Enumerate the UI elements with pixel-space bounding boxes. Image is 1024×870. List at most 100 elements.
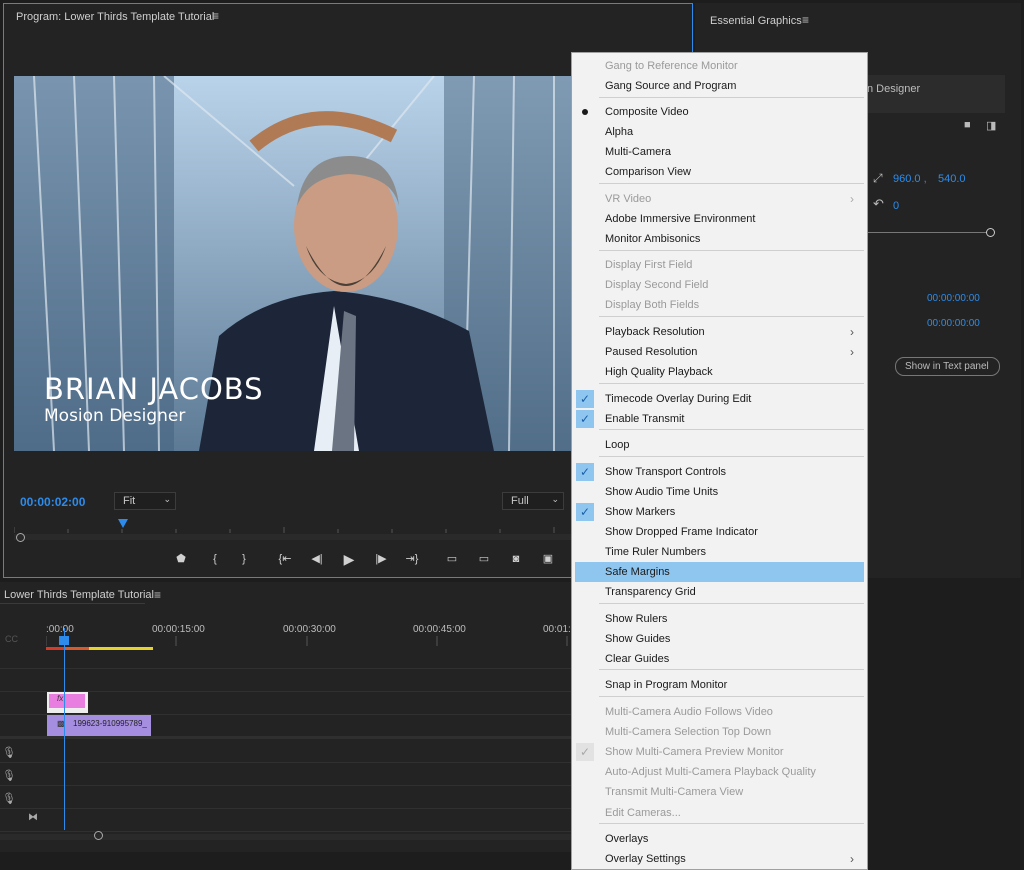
menu-item-paused-resolution[interactable]: Paused Resolution ›	[575, 342, 864, 362]
timeline-zoom-handle[interactable]	[94, 831, 103, 840]
checkmark-icon: ✓	[576, 390, 594, 408]
video-clip[interactable]: ▩ 199623-910995789_	[47, 715, 151, 736]
menu-item-label: Composite Video	[605, 106, 689, 118]
ruler-label: 00:00:45:00	[413, 624, 466, 635]
menu-item-safe-margins[interactable]: Safe Margins	[575, 562, 864, 582]
menu-item-label: Auto-Adjust Multi-Camera Playback Qualit…	[605, 766, 816, 778]
menu-item-playback-resolution[interactable]: Playback Resolution ›	[575, 322, 864, 342]
show-in-text-panel-button[interactable]: Show in Text panel	[895, 357, 1000, 376]
program-zoom-handle[interactable]	[16, 533, 25, 542]
extract-icon[interactable]: ▭	[476, 551, 492, 567]
timeline-menu-icon[interactable]: ≡	[154, 588, 161, 602]
menu-item-transparency-grid[interactable]: Transparency Grid	[575, 582, 864, 602]
menu-item-monitor-ambisonics[interactable]: Monitor Ambisonics	[575, 229, 864, 249]
menu-item-show-transport-controls[interactable]: ✓ Show Transport Controls	[575, 462, 864, 482]
menu-item-high-quality-playback[interactable]: High Quality Playback	[575, 362, 864, 382]
step-back-icon[interactable]: ◀|	[309, 551, 325, 567]
opacity-slider-handle[interactable]	[986, 228, 995, 237]
timeline-playhead[interactable]	[59, 636, 69, 645]
menu-item-label: Gang Source and Program	[605, 80, 737, 92]
program-scroll-bar[interactable]	[14, 534, 574, 540]
menu-item-alpha[interactable]: Alpha	[575, 122, 864, 142]
menu-item-label: Paused Resolution	[605, 346, 698, 358]
opacity-slider-track[interactable]	[867, 232, 987, 233]
microphone-icon[interactable]: 🎙	[2, 746, 16, 759]
menu-item-label: Multi-Camera Audio Follows Video	[605, 706, 773, 718]
menu-item-overlays[interactable]: Overlays	[575, 829, 864, 849]
menu-item-show-markers[interactable]: ✓ Show Markers	[575, 502, 864, 522]
mark-in-icon[interactable]: {	[207, 551, 223, 567]
go-to-out-icon[interactable]: ⇥}	[404, 551, 420, 567]
menu-item-show-dropped-frame-indicator[interactable]: Show Dropped Frame Indicator	[575, 522, 864, 542]
menu-separator	[599, 696, 864, 697]
step-forward-icon[interactable]: |▶	[373, 551, 389, 567]
menu-item-composite-video[interactable]: Composite Video	[575, 102, 864, 122]
radio-dot-icon	[582, 109, 588, 115]
menu-item-gang-source-and-program[interactable]: Gang Source and Program	[575, 76, 864, 96]
menu-item-show-audio-time-units[interactable]: Show Audio Time Units	[575, 482, 864, 502]
timeline-playhead-line	[64, 628, 65, 830]
menu-item-multi-camera[interactable]: Multi-Camera	[575, 142, 864, 162]
folder-icon[interactable]: ■	[964, 119, 971, 131]
comparison-view-icon[interactable]: ▣	[540, 551, 556, 567]
layer-name[interactable]: n Designer	[867, 83, 920, 95]
menu-item-enable-transmit[interactable]: ✓ Enable Transmit	[575, 409, 864, 429]
menu-item-clear-guides[interactable]: Clear Guides	[575, 649, 864, 669]
menu-item-overlay-settings[interactable]: Overlay Settings ›	[575, 849, 864, 869]
menu-separator	[599, 316, 864, 317]
mark-out-icon[interactable]: }	[236, 551, 252, 567]
menu-item-comparison-view[interactable]: Comparison View	[575, 162, 864, 182]
menu-item-label: Show Guides	[605, 633, 671, 645]
menu-item-label: High Quality Playback	[605, 366, 713, 378]
graphic-clip[interactable]: fx	[47, 692, 88, 713]
essential-graphics-title[interactable]: Essential Graphics	[710, 15, 802, 27]
play-icon[interactable]: ▶	[341, 551, 357, 567]
program-timecode[interactable]: 00:00:02:00	[20, 495, 85, 509]
position-x[interactable]: 960.0 ,	[893, 173, 927, 185]
menu-item-auto-adjust-multi-camera-playback-quality: Auto-Adjust Multi-Camera Playback Qualit…	[575, 762, 864, 782]
microphone-icon[interactable]: 🎙	[2, 792, 16, 805]
zoom-level-select[interactable]: Fit ⌄	[114, 492, 176, 510]
menu-item-label: Show Audio Time Units	[605, 486, 719, 498]
menu-item-label: Show Dropped Frame Indicator	[605, 526, 758, 538]
program-panel-title[interactable]: Program: Lower Thirds Template Tutorial	[16, 11, 214, 23]
menu-item-display-first-field: Display First Field	[575, 255, 864, 275]
export-frame-icon[interactable]: ◙	[508, 551, 524, 567]
fx-badge: fx	[57, 694, 64, 703]
program-playhead[interactable]	[118, 519, 128, 528]
layer-list[interactable]: n Designer	[855, 75, 1005, 113]
menu-item-timecode-overlay-during-edit[interactable]: ✓ Timecode Overlay During Edit	[575, 389, 864, 409]
menu-item-label: Snap in Program Monitor	[605, 679, 728, 691]
timeline-scroll-bar[interactable]	[0, 834, 574, 840]
menu-item-display-second-field: Display Second Field	[575, 275, 864, 295]
menu-item-loop[interactable]: Loop	[575, 435, 864, 455]
menu-item-label: Playback Resolution	[605, 326, 705, 338]
menu-item-gang-to-reference-monitor: Gang to Reference Monitor	[575, 56, 864, 76]
playback-resolution-select[interactable]: Full ⌄	[502, 492, 564, 510]
submenu-arrow-icon: ›	[850, 345, 854, 359]
program-time-ruler[interactable]	[13, 521, 574, 533]
captions-icon[interactable]: CC	[5, 634, 18, 644]
add-marker-icon[interactable]: ⬟	[173, 551, 189, 567]
lift-icon[interactable]: ▭	[444, 551, 460, 567]
sync-lock-icon[interactable]: ⧓	[28, 812, 38, 823]
submenu-arrow-icon: ›	[850, 325, 854, 339]
program-panel-menu-icon[interactable]: ≡	[212, 9, 219, 23]
new-layer-icon[interactable]: ◨	[986, 119, 996, 132]
go-to-in-icon[interactable]: {⇤	[277, 551, 293, 567]
essential-graphics-menu-icon[interactable]: ≡	[802, 13, 809, 27]
responsive-time-out[interactable]: 00:00:00:00	[927, 318, 980, 329]
menu-item-time-ruler-numbers[interactable]: Time Ruler Numbers	[575, 542, 864, 562]
menu-item-transmit-multi-camera-view: Transmit Multi-Camera View	[575, 782, 864, 802]
menu-item-snap-in-program-monitor[interactable]: Snap in Program Monitor	[575, 675, 864, 695]
position-y[interactable]: 540.0	[938, 173, 966, 185]
rotation-value[interactable]: 0	[893, 200, 899, 212]
menu-item-label: Display Both Fields	[605, 299, 700, 311]
microphone-icon[interactable]: 🎙	[2, 769, 16, 782]
menu-item-label: Transparency Grid	[605, 586, 696, 598]
menu-item-show-guides[interactable]: Show Guides	[575, 629, 864, 649]
timeline-title[interactable]: Lower Thirds Template Tutorial	[4, 589, 154, 601]
menu-item-adobe-immersive-environment[interactable]: Adobe Immersive Environment	[575, 209, 864, 229]
responsive-time-in[interactable]: 00:00:00:00	[927, 293, 980, 304]
menu-item-show-rulers[interactable]: Show Rulers	[575, 609, 864, 629]
